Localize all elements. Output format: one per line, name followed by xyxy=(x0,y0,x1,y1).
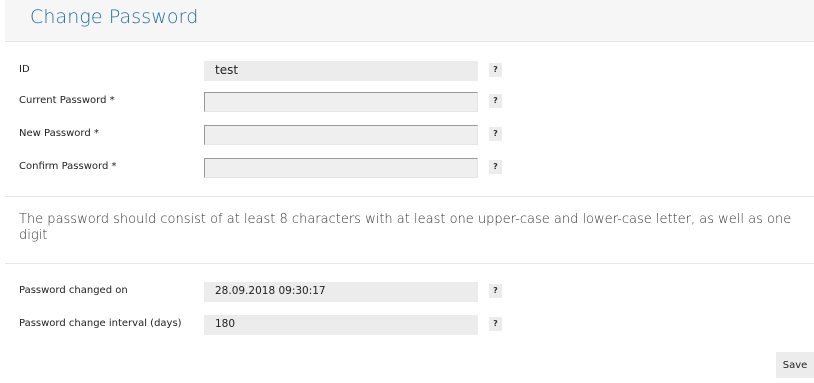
new-password-label: New Password * xyxy=(19,128,99,139)
password-interval-value: 180 xyxy=(215,318,236,330)
section-divider xyxy=(5,263,814,264)
password-interval-field: 180 xyxy=(204,315,478,335)
confirm-password-input[interactable] xyxy=(204,158,478,178)
new-password-row: New Password * ? xyxy=(0,125,814,145)
password-changed-on-value: 28.09.2018 09:30:17 xyxy=(215,285,326,297)
id-row: ID test ? xyxy=(0,61,814,81)
password-changed-on-field: 28.09.2018 09:30:17 xyxy=(204,282,478,302)
password-changed-on-row: Password changed on 28.09.2018 09:30:17 … xyxy=(0,282,814,302)
password-changed-on-help-button[interactable]: ? xyxy=(489,284,502,298)
id-field: test xyxy=(204,61,478,81)
id-help-button[interactable]: ? xyxy=(489,63,502,77)
save-button[interactable]: Save xyxy=(776,352,814,378)
confirm-password-label: Confirm Password * xyxy=(19,161,117,172)
new-password-help-button[interactable]: ? xyxy=(489,127,502,141)
page-header: Change Password xyxy=(5,0,814,42)
current-password-input[interactable] xyxy=(204,92,478,112)
id-value: test xyxy=(215,63,239,77)
confirm-password-row: Confirm Password * ? xyxy=(0,158,814,178)
current-password-label: Current Password * xyxy=(19,95,115,106)
current-password-row: Current Password * ? xyxy=(0,92,814,112)
page-title: Change Password xyxy=(30,6,199,28)
id-label: ID xyxy=(19,64,30,75)
password-requirements-text: The password should consist of at least … xyxy=(19,212,792,243)
section-divider xyxy=(5,196,814,197)
password-interval-help-button[interactable]: ? xyxy=(489,317,502,331)
password-changed-on-label: Password changed on xyxy=(19,285,128,296)
password-interval-label: Password change interval (days) xyxy=(19,318,182,329)
confirm-password-help-button[interactable]: ? xyxy=(489,160,502,174)
current-password-help-button[interactable]: ? xyxy=(489,94,502,108)
password-interval-row: Password change interval (days) 180 ? xyxy=(0,315,814,335)
new-password-input[interactable] xyxy=(204,125,478,145)
change-password-page: Change Password ID test ? Current Passwo… xyxy=(0,0,814,383)
